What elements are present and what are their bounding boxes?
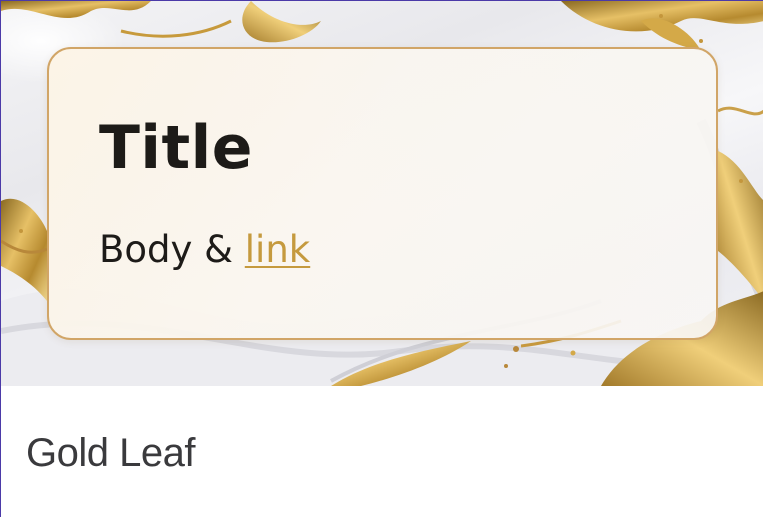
theme-card[interactable]: Title Body & link Gold Leaf	[0, 0, 763, 517]
panel-title: Title	[99, 113, 253, 183]
content-panel: Title Body & link	[47, 47, 718, 340]
body-link[interactable]: link	[245, 228, 310, 271]
panel-body: Body & link	[99, 227, 310, 273]
hero-image: Title Body & link	[1, 1, 763, 386]
theme-name-label: Gold Leaf	[26, 431, 195, 475]
body-text: Body &	[99, 228, 245, 271]
